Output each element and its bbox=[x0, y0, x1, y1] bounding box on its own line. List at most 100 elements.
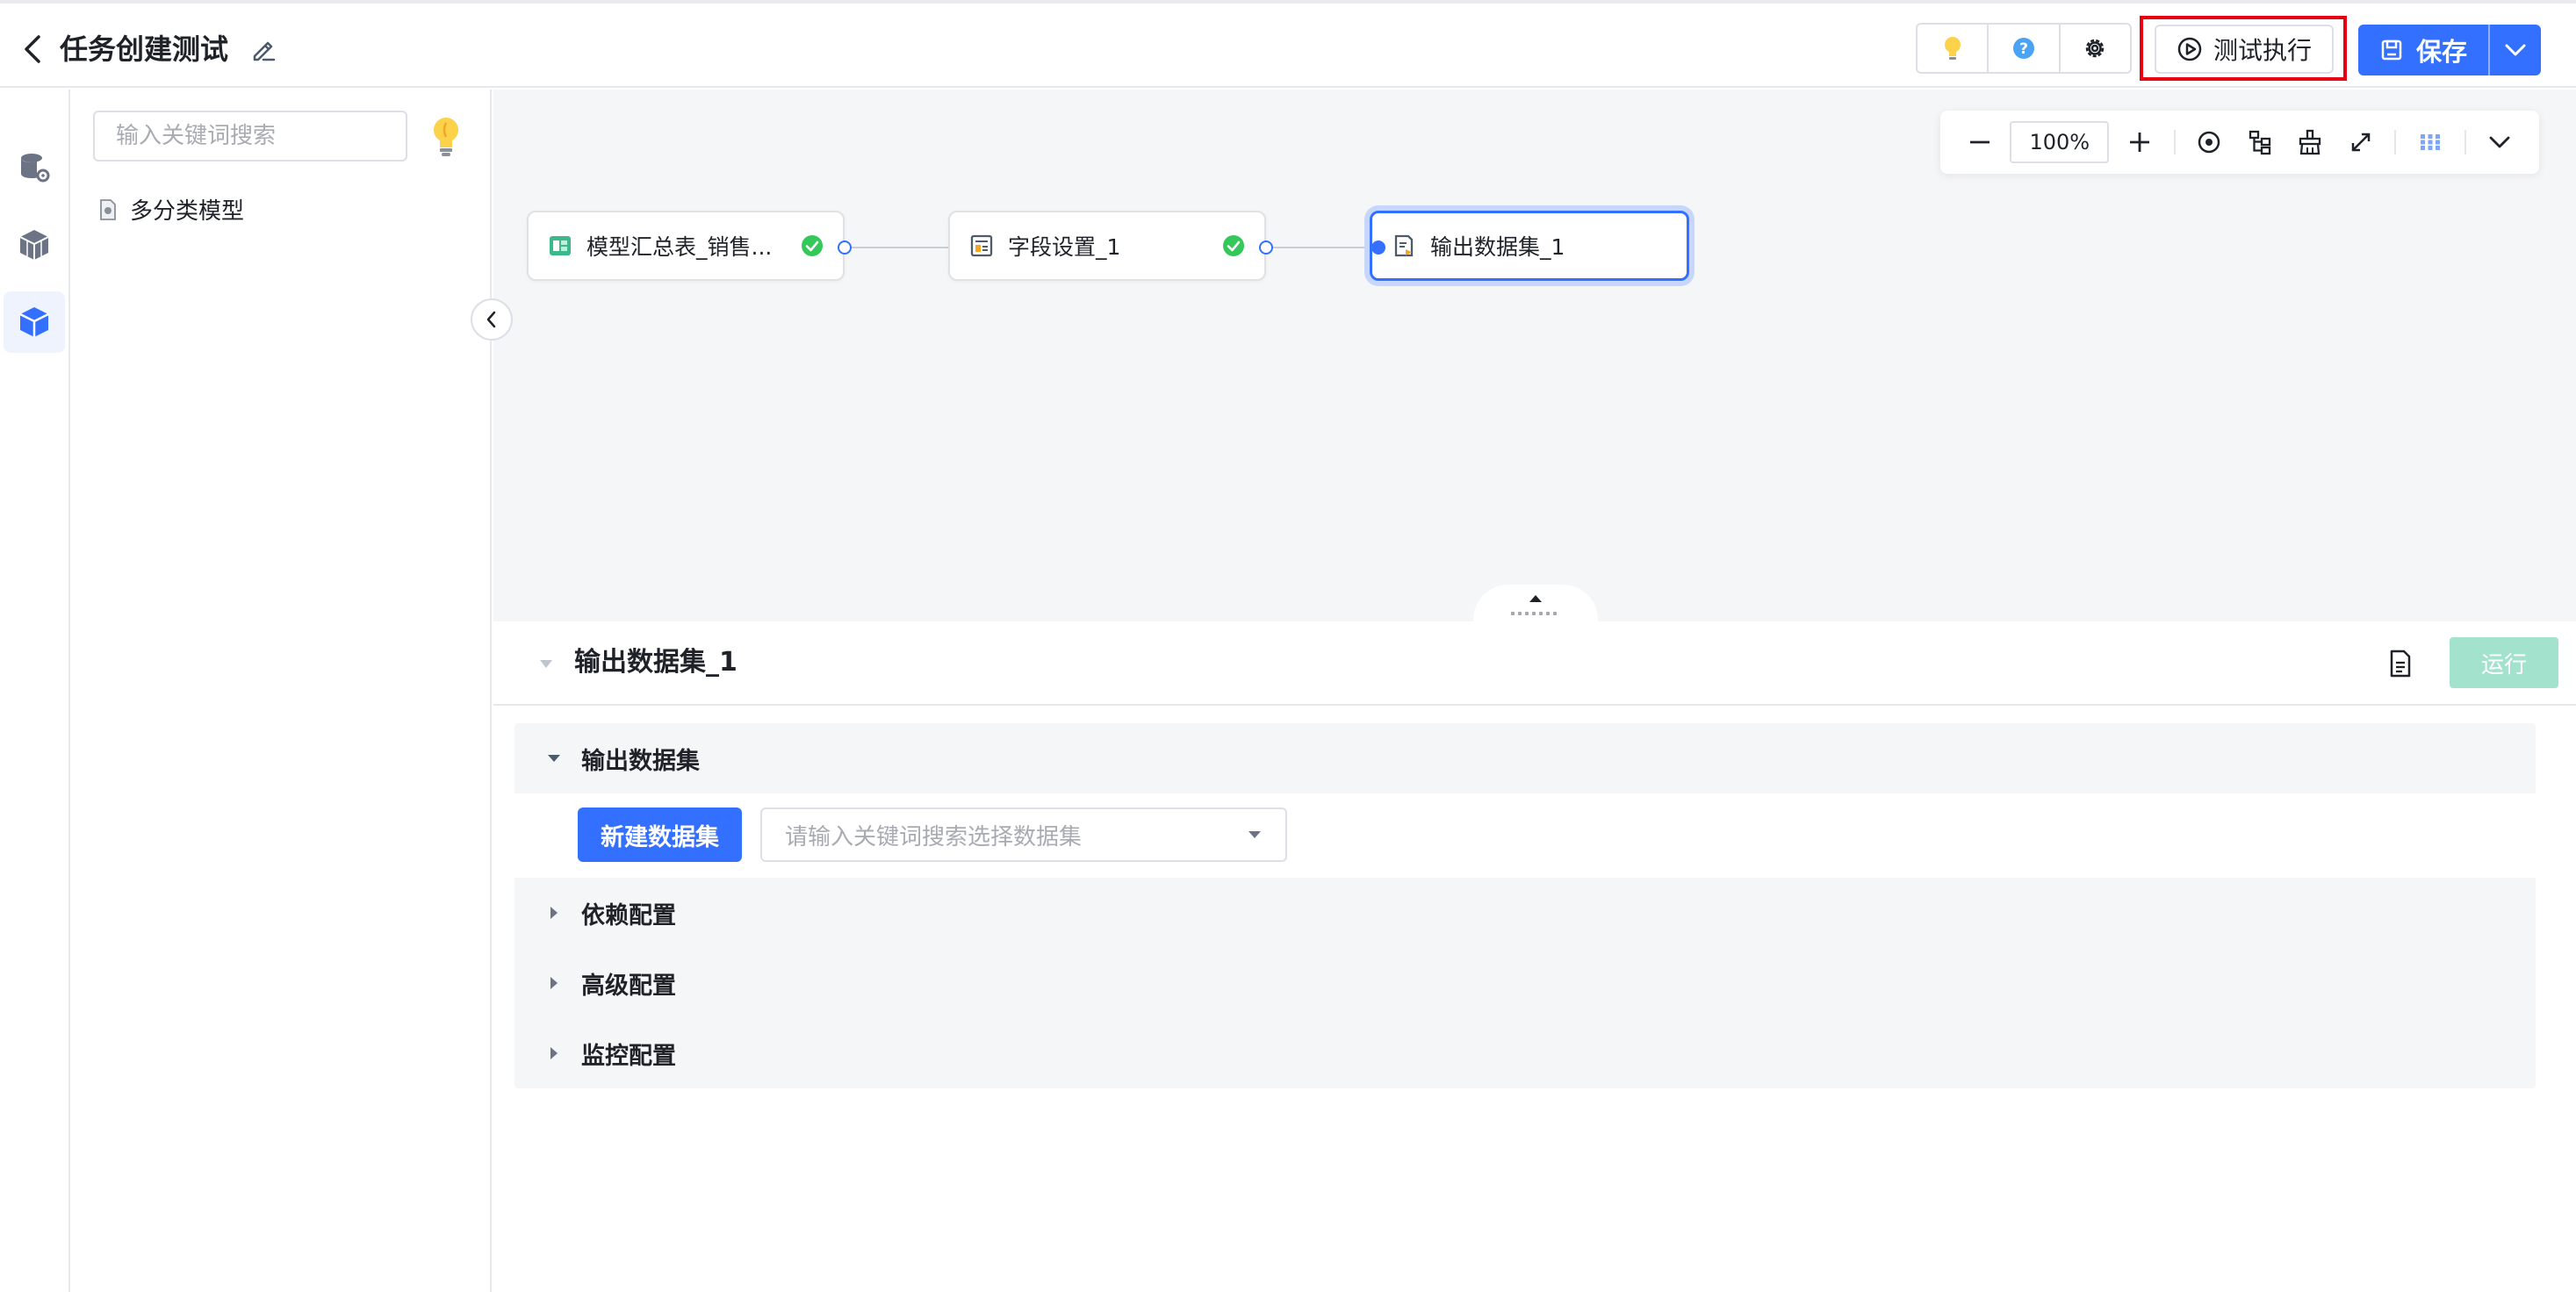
edge bbox=[1270, 247, 1378, 248]
new-dataset-button[interactable]: 新建数据集 bbox=[578, 808, 742, 862]
save-label: 保存 bbox=[2415, 37, 2467, 67]
caret-right-icon bbox=[550, 907, 558, 919]
caret-down-icon bbox=[1248, 831, 1261, 838]
config-panel-title: 输出数据集_1 bbox=[574, 647, 738, 678]
edge bbox=[848, 247, 957, 248]
tips-button[interactable] bbox=[1918, 25, 1987, 72]
config-panel-header: 输出数据集_1 运行 bbox=[493, 621, 2576, 706]
chevron-left-icon[interactable] bbox=[19, 32, 47, 67]
tree-item-label: 多分类模型 bbox=[130, 198, 245, 225]
play-circle-icon bbox=[2177, 37, 2202, 61]
chevron-down-icon bbox=[2505, 44, 2526, 56]
lightbulb-icon[interactable] bbox=[427, 114, 465, 158]
config-sections: 输出数据集 新建数据集 请输入关键词搜索选择数据集 依赖配置 高级配置 监控配置 bbox=[514, 723, 2536, 1088]
section-header-output[interactable]: 输出数据集 bbox=[514, 723, 2536, 793]
grid-button[interactable] bbox=[2407, 118, 2453, 166]
field-settings-icon bbox=[970, 234, 993, 257]
section-header-advanced[interactable]: 高级配置 bbox=[514, 948, 2536, 1018]
zoom-in-button[interactable] bbox=[2116, 118, 2162, 166]
output-port[interactable] bbox=[1259, 240, 1273, 255]
document-icon[interactable] bbox=[2385, 648, 2416, 679]
chevron-left-icon bbox=[486, 311, 496, 328]
target-icon bbox=[2198, 131, 2220, 154]
grid-dots-icon bbox=[2420, 134, 2440, 150]
cubes-icon bbox=[19, 230, 49, 260]
flow-node[interactable]: 字段设置_1 bbox=[948, 211, 1266, 281]
help-icon: ? bbox=[2012, 38, 2034, 59]
side-panel: 多分类模型 bbox=[72, 90, 492, 1292]
output-dataset-icon bbox=[1394, 234, 1414, 257]
dataset-select[interactable]: 请输入关键词搜索选择数据集 bbox=[760, 808, 1287, 862]
input-port[interactable] bbox=[1371, 240, 1385, 255]
zoom-out-button[interactable] bbox=[1956, 118, 2003, 166]
clear-canvas-button[interactable] bbox=[2286, 118, 2333, 166]
workflow-canvas[interactable]: 100% 模型汇总表_销售... 字段设置_1 输出数据集_1 bbox=[493, 90, 2576, 621]
flow-node-label: 输出数据集_1 bbox=[1430, 234, 1565, 260]
left-rail bbox=[0, 90, 70, 1292]
save-button-group: 保存 bbox=[2358, 25, 2541, 75]
rail-item-models[interactable] bbox=[4, 291, 65, 353]
toolbar-more-button[interactable] bbox=[2477, 118, 2523, 166]
section-label: 高级配置 bbox=[581, 972, 676, 1000]
svg-text:?: ? bbox=[2019, 40, 2028, 58]
save-icon bbox=[2381, 39, 2402, 61]
section-label: 依赖配置 bbox=[581, 901, 676, 930]
broom-icon bbox=[2299, 129, 2321, 155]
database-settings-icon bbox=[21, 154, 50, 183]
lightbulb-icon bbox=[1944, 37, 1961, 60]
run-button[interactable]: 运行 bbox=[2450, 637, 2558, 688]
test-run-button[interactable]: 测试执行 bbox=[2155, 25, 2334, 74]
edit-icon[interactable] bbox=[248, 33, 279, 65]
section-label: 输出数据集 bbox=[581, 747, 700, 775]
rail-item-datasource[interactable] bbox=[4, 137, 65, 198]
section-label: 监控配置 bbox=[581, 1042, 676, 1070]
gear-icon bbox=[2086, 39, 2105, 58]
tree-layout-button[interactable] bbox=[2236, 118, 2283, 166]
minus-icon bbox=[1969, 140, 1990, 144]
divider bbox=[2173, 130, 2176, 154]
section-body-output: 新建数据集 请输入关键词搜索选择数据集 bbox=[514, 793, 2536, 878]
divider bbox=[2464, 130, 2466, 154]
check-circle-icon bbox=[1223, 235, 1244, 256]
save-dropdown-button[interactable] bbox=[2488, 25, 2541, 75]
config-panel: 输出数据集_1 运行 输出数据集 新建数据集 请输入关键词搜索选择数据集 依赖配… bbox=[493, 621, 2576, 1292]
flow-node-label: 字段设置_1 bbox=[1008, 234, 1121, 260]
help-button[interactable]: ? bbox=[1987, 25, 2058, 72]
caret-right-icon bbox=[550, 1047, 558, 1059]
sidebar-search-input[interactable] bbox=[116, 123, 400, 149]
zoom-toolbar: 100% bbox=[1940, 111, 2539, 174]
output-port[interactable] bbox=[838, 240, 852, 255]
caret-up-icon bbox=[1529, 595, 1542, 602]
tree-item[interactable]: 多分类模型 bbox=[98, 193, 244, 226]
grip-dots-icon bbox=[1511, 612, 1557, 615]
section-header-dependency[interactable]: 依赖配置 bbox=[514, 878, 2536, 948]
flow-node[interactable]: 模型汇总表_销售... bbox=[527, 211, 845, 281]
page-title: 任务创建测试 bbox=[60, 32, 229, 66]
table-icon bbox=[550, 236, 571, 255]
rail-item-packages[interactable] bbox=[4, 214, 65, 276]
section-header-monitoring[interactable]: 监控配置 bbox=[514, 1018, 2536, 1088]
check-circle-icon bbox=[802, 235, 823, 256]
caret-down-icon bbox=[548, 755, 560, 762]
settings-button[interactable] bbox=[2058, 25, 2130, 72]
fullscreen-button[interactable] bbox=[2337, 118, 2384, 166]
flow-node-label: 模型汇总表_销售... bbox=[586, 234, 773, 260]
caret-down-icon[interactable] bbox=[537, 655, 555, 672]
model-file-icon bbox=[100, 198, 116, 220]
header-icon-group: ? bbox=[1916, 23, 2132, 74]
plus-icon bbox=[2129, 133, 2149, 152]
tree-structure-icon bbox=[2249, 130, 2270, 155]
cube-icon bbox=[19, 307, 49, 337]
divider bbox=[2394, 130, 2397, 154]
zoom-value[interactable]: 100% bbox=[2010, 121, 2110, 163]
panel-resize-handle[interactable] bbox=[1473, 585, 1598, 627]
chevron-down-icon bbox=[2489, 136, 2510, 148]
dataset-select-placeholder: 请输入关键词搜索选择数据集 bbox=[785, 823, 1083, 851]
flow-node-selected[interactable]: 输出数据集_1 bbox=[1370, 211, 1689, 281]
save-button[interactable]: 保存 bbox=[2358, 25, 2488, 75]
collapse-sidebar-button[interactable] bbox=[471, 298, 513, 341]
locate-button[interactable] bbox=[2186, 118, 2233, 166]
sidebar-search bbox=[93, 111, 407, 162]
test-run-label: 测试执行 bbox=[2213, 36, 2312, 65]
caret-right-icon bbox=[550, 977, 558, 989]
